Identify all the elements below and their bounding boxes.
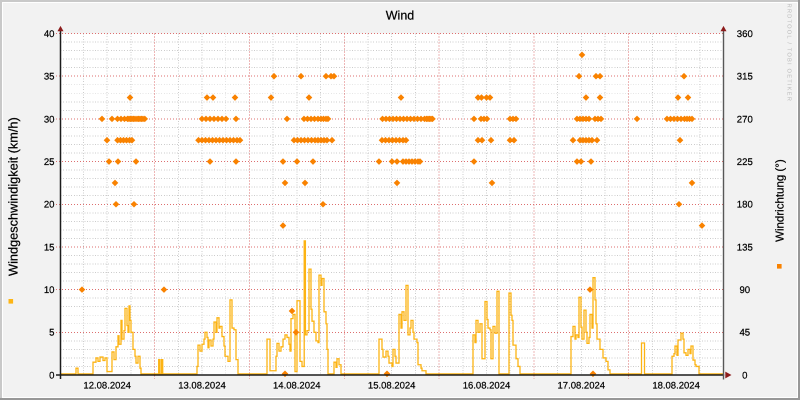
svg-text:135: 135 <box>737 242 753 253</box>
svg-text:5: 5 <box>49 328 54 339</box>
svg-text:20: 20 <box>44 200 55 211</box>
svg-text:35: 35 <box>44 72 55 83</box>
svg-text:0: 0 <box>742 370 747 381</box>
svg-text:Windrichtung (°): Windrichtung (°) <box>775 159 787 242</box>
svg-text:10: 10 <box>44 285 55 296</box>
svg-text:17.08.2024: 17.08.2024 <box>558 380 606 391</box>
svg-text:12.08.2024: 12.08.2024 <box>83 380 131 391</box>
svg-text:15.08.2024: 15.08.2024 <box>368 380 416 391</box>
svg-text:15: 15 <box>44 242 55 253</box>
svg-text:180: 180 <box>737 200 753 211</box>
svg-text:30: 30 <box>44 114 55 125</box>
svg-text:18.08.2024: 18.08.2024 <box>652 380 700 391</box>
svg-text:13.08.2024: 13.08.2024 <box>178 380 226 391</box>
svg-text:16.08.2024: 16.08.2024 <box>463 380 511 391</box>
svg-text:Windgeschwindigkeit (km/h): Windgeschwindigkeit (km/h) <box>5 117 20 276</box>
svg-text:360: 360 <box>737 29 753 40</box>
svg-text:0: 0 <box>49 370 54 381</box>
svg-text:RRDTOOL / TOBI OETIKER: RRDTOOL / TOBI OETIKER <box>786 4 793 103</box>
svg-text:Wind: Wind <box>386 8 415 22</box>
svg-text:40: 40 <box>44 29 55 40</box>
svg-text:14.08.2024: 14.08.2024 <box>273 380 321 391</box>
svg-text:270: 270 <box>737 114 753 125</box>
svg-text:315: 315 <box>737 72 753 83</box>
svg-text:25: 25 <box>44 157 55 168</box>
svg-text:90: 90 <box>739 285 750 296</box>
svg-text:45: 45 <box>739 328 750 339</box>
svg-text:225: 225 <box>737 157 753 168</box>
